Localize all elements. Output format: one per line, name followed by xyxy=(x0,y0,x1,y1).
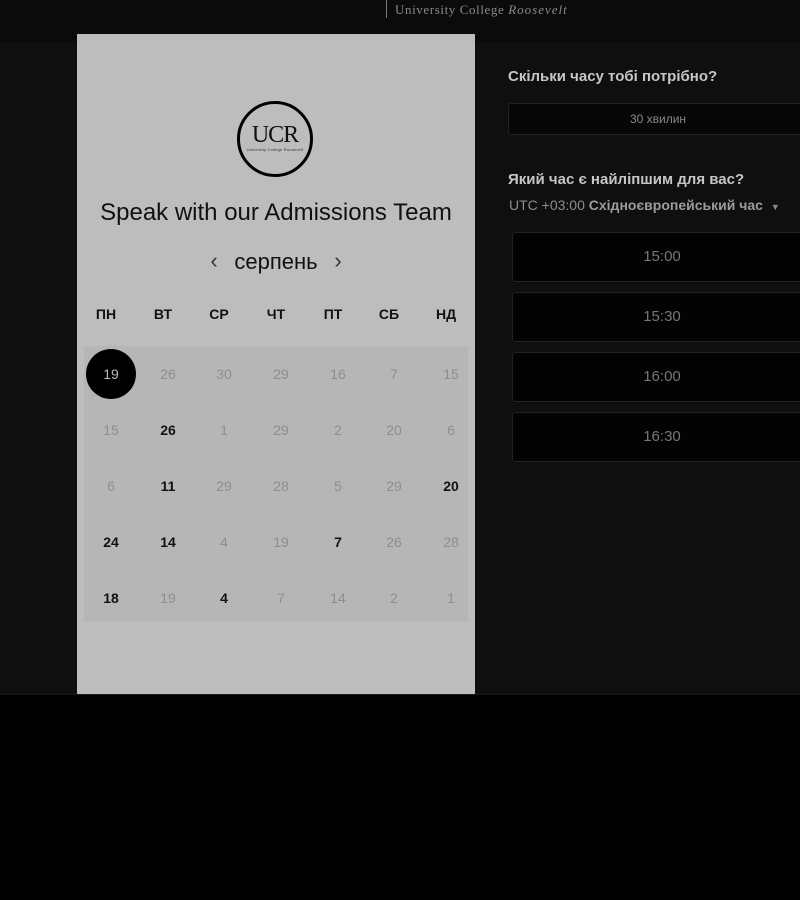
calendar-day[interactable]: 11 xyxy=(143,461,193,511)
calendar-day[interactable]: 24 xyxy=(86,517,136,567)
timezone-offset: UTC +03:00 xyxy=(509,197,585,213)
calendar-day[interactable]: 26 xyxy=(143,349,193,399)
calendar-day[interactable]: 28 xyxy=(426,517,476,567)
divider xyxy=(0,694,800,695)
calendar-day[interactable]: 6 xyxy=(426,405,476,455)
duration-select[interactable]: 30 хвилин xyxy=(508,103,800,135)
calendar-day[interactable]: 20 xyxy=(369,405,419,455)
weekday-label: НД xyxy=(435,306,457,322)
caret-down-icon: ▼ xyxy=(770,202,780,212)
calendar-day[interactable]: 29 xyxy=(199,461,249,511)
calendar-day[interactable]: 15 xyxy=(86,405,136,455)
calendar-day[interactable]: 29 xyxy=(256,349,306,399)
weekday-label: ЧТ xyxy=(266,306,286,322)
calendar-day[interactable]: 5 xyxy=(313,461,363,511)
calendar-day[interactable]: 15 xyxy=(426,349,476,399)
calendar-day[interactable]: 7 xyxy=(313,517,363,567)
brand-regular: University College xyxy=(395,2,505,17)
timezone-name: Східноєвропейський час xyxy=(588,197,763,213)
calendar-day[interactable]: 16 xyxy=(313,349,363,399)
calendar-day[interactable]: 7 xyxy=(256,573,306,623)
weekday-label: ВТ xyxy=(153,306,173,322)
calendar-day[interactable]: 19 xyxy=(256,517,306,567)
calendar-day[interactable]: 28 xyxy=(256,461,306,511)
calendar-day[interactable]: 18 xyxy=(86,573,136,623)
weekday-label: ПН xyxy=(95,306,117,322)
chevron-left-icon[interactable]: ‹ xyxy=(202,248,226,276)
calendar-day[interactable]: 2 xyxy=(369,573,419,623)
calendar-card: UCR University College Roosevelt Speak w… xyxy=(77,34,475,694)
time-slot-button[interactable]: 15:30 xyxy=(512,292,800,342)
page-title: Speak with our Admissions Team xyxy=(100,199,452,226)
time-slot-button[interactable]: 16:00 xyxy=(512,352,800,402)
calendar-day[interactable]: 2 xyxy=(313,405,363,455)
time-slot-button[interactable]: 15:00 xyxy=(512,232,800,282)
calendar-day[interactable]: 14 xyxy=(143,517,193,567)
calendar-day[interactable]: 26 xyxy=(143,405,193,455)
calendar-day[interactable]: 7 xyxy=(369,349,419,399)
calendar-day[interactable]: 26 xyxy=(369,517,419,567)
calendar-day[interactable]: 4 xyxy=(199,517,249,567)
calendar-day[interactable]: 29 xyxy=(369,461,419,511)
logo-subtext: University College Roosevelt xyxy=(246,147,304,152)
weekday-label: ПТ xyxy=(323,306,343,322)
weekday-label: СБ xyxy=(378,306,400,322)
calendar-day[interactable]: 1 xyxy=(199,405,249,455)
selected-day[interactable]: 19 xyxy=(86,349,136,399)
calendar-day[interactable]: 6 xyxy=(86,461,136,511)
calendar-day[interactable]: 30 xyxy=(199,349,249,399)
chevron-right-icon[interactable]: › xyxy=(326,248,350,276)
weekday-header: ПН ВТ СР ЧТ ПТ СБ НД xyxy=(77,306,475,330)
calendar-day[interactable]: 1 xyxy=(426,573,476,623)
timezone-select[interactable]: UTC +03:00 Східноєвропейський час ▼ xyxy=(509,197,780,213)
time-slot-button[interactable]: 16:30 xyxy=(512,412,800,462)
brand-italic: Roosevelt xyxy=(508,2,568,17)
month-navigator: ‹ серпень › xyxy=(77,248,475,278)
duration-question: Скільки часу тобі потрібно? xyxy=(508,68,718,85)
logo-text: UCR xyxy=(251,122,299,148)
time-question: Який час є найліпшим для вас? xyxy=(508,171,745,188)
calendar-day[interactable]: 4 xyxy=(199,573,249,623)
calendar-day[interactable]: 19 xyxy=(143,573,193,623)
weekday-label: СР xyxy=(209,306,229,322)
calendar-day[interactable]: 14 xyxy=(313,573,363,623)
ucr-logo: UCR University College Roosevelt xyxy=(237,101,313,177)
calendar-grid: 19 26 30 29 16 7 15 15 26 1 29 2 20 6 6 11 29 28 5 29 20 24 14… xyxy=(84,346,468,622)
month-label: серпень xyxy=(234,249,318,274)
calendar-day[interactable]: 20 xyxy=(426,461,476,511)
brand-wordmark: University College Roosevelt xyxy=(386,0,574,18)
calendar-day[interactable]: 29 xyxy=(256,405,306,455)
